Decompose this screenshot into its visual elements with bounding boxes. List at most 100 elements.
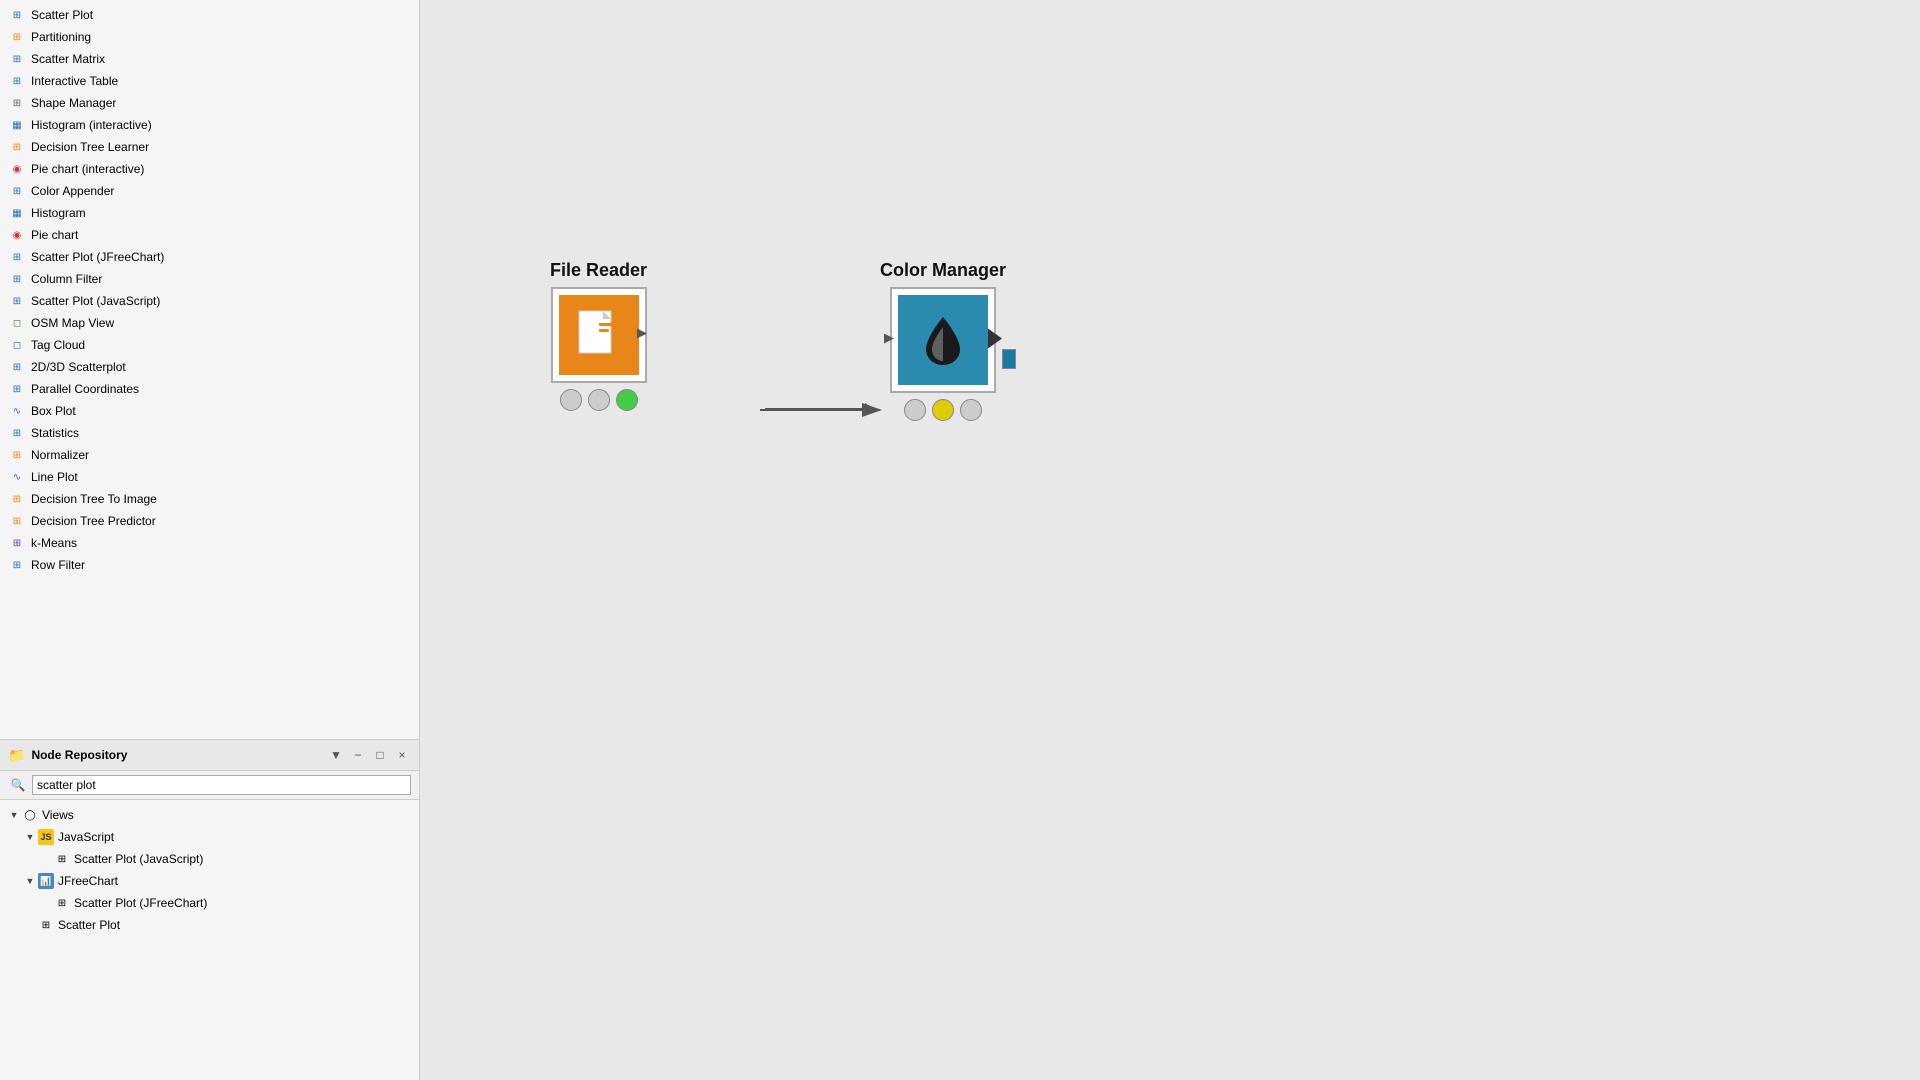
node-icon: ⊞ (8, 270, 26, 288)
tree-item-label: JFreeChart (58, 874, 118, 888)
node-icon: ⊞ (8, 6, 26, 24)
color-manager-node[interactable]: Color Manager (880, 260, 1006, 421)
node-icon: ⊞ (8, 358, 26, 376)
minimize-icon[interactable]: − (349, 746, 367, 764)
node-icon: ⊞ (8, 94, 26, 112)
tree-arrow: ▼ (8, 809, 20, 821)
tree-area: ▼◯Views▼JSJavaScript ⊞Scatter Plot (Java… (0, 800, 419, 1080)
node-icon: ▦ (8, 204, 26, 222)
node-list-item[interactable]: ◉ Pie chart (0, 224, 419, 246)
search-icon[interactable]: 🔍 (8, 775, 28, 795)
node-list-item[interactable]: ▦Histogram (0, 202, 419, 224)
node-label: Normalizer (31, 448, 89, 462)
maximize-icon[interactable]: □ (371, 746, 389, 764)
node-list-item[interactable]: ⊞Decision Tree To Image (0, 488, 419, 510)
tree-icon: JS (38, 829, 54, 845)
node-list-item[interactable]: ⊞ Shape Manager (0, 92, 419, 114)
node-list-item[interactable]: ⊞Scatter Plot (JFreeChart) (0, 246, 419, 268)
node-icon: ⊞ (8, 138, 26, 156)
node-list-item[interactable]: ⊞Partitioning (0, 26, 419, 48)
tree-item[interactable]: ▼◯Views (0, 804, 419, 826)
node-icon: ⊞ (8, 446, 26, 464)
file-reader-output-arrow (637, 327, 651, 341)
node-list-item[interactable]: ⊞Interactive Table (0, 70, 419, 92)
tree-item[interactable]: ⊞Scatter Plot (JFreeChart) (0, 892, 419, 914)
node-label: Row Filter (31, 558, 85, 572)
tree-arrow: ▼ (24, 875, 36, 887)
tree-item[interactable]: ▼JS JavaScript (0, 826, 419, 848)
color-manager-ports (904, 399, 982, 421)
node-list-item[interactable]: ∿Line Plot (0, 466, 419, 488)
node-list-item[interactable]: ⊞Scatter Matrix (0, 48, 419, 70)
node-label: Scatter Plot (31, 8, 93, 22)
tree-item-label: Scatter Plot (JavaScript) (74, 852, 203, 866)
file-reader-node[interactable]: File Reader (550, 260, 647, 411)
repo-toolbar: ▼ − □ × (327, 746, 411, 764)
node-icon: ⊞ (8, 292, 26, 310)
node-label: Histogram (interactive) (31, 118, 152, 132)
play-arrow-icon (988, 329, 1002, 349)
tree-item-label: JavaScript (58, 830, 114, 844)
port-gray-1[interactable] (560, 389, 582, 411)
port-gray-2[interactable] (588, 389, 610, 411)
color-manager-title: Color Manager (880, 260, 1006, 281)
node-list-item[interactable]: ▦Histogram (interactive) (0, 114, 419, 136)
node-label: Scatter Plot (JavaScript) (31, 294, 160, 308)
node-label: Tag Cloud (31, 338, 85, 352)
bottom-section: 📁 Node Repository ▼ − □ × 🔍 ▼◯Views▼JSJa… (0, 740, 419, 1080)
node-label: Pie chart (31, 228, 78, 242)
node-list-item[interactable]: ⊞Statistics (0, 422, 419, 444)
node-icon: ◉ (8, 226, 26, 244)
node-list-item[interactable]: ◉Pie chart (interactive) (0, 158, 419, 180)
node-list-item[interactable]: ⊞Color Appender (0, 180, 419, 202)
node-label: Decision Tree To Image (31, 492, 157, 506)
node-label: Box Plot (31, 404, 76, 418)
color-swatch (1002, 349, 1016, 369)
node-icon: ⊞ (8, 380, 26, 398)
node-list-item[interactable]: ⊞ Scatter Plot (0, 4, 419, 26)
node-label: Pie chart (interactive) (31, 162, 144, 176)
node-list-item[interactable]: ◻OSM Map View (0, 312, 419, 334)
tree-arrow: ▼ (24, 831, 36, 843)
node-list-item[interactable]: ⊞Column Filter (0, 268, 419, 290)
node-label: OSM Map View (31, 316, 114, 330)
node-icon: ⊞ (8, 28, 26, 46)
repo-icon: 📁 (8, 747, 25, 764)
node-list-item[interactable]: ⊞Decision Tree Learner (0, 136, 419, 158)
filter-icon[interactable]: ▼ (327, 746, 345, 764)
search-input[interactable] (32, 775, 411, 795)
node-icon: ⊞ (8, 556, 26, 574)
node-list-item[interactable]: ⊞ Row Filter (0, 554, 419, 576)
node-list-item[interactable]: ⊞ k-Means (0, 532, 419, 554)
tree-arrow (40, 853, 52, 865)
node-icon: ⊞ (8, 512, 26, 530)
node-label: Shape Manager (31, 96, 116, 110)
tree-item[interactable]: ⊞ Scatter Plot (JavaScript) (0, 848, 419, 870)
node-icon: ⊞ (8, 424, 26, 442)
node-list-item[interactable]: ⊞ Scatter Plot (JavaScript) (0, 290, 419, 312)
tree-icon: ⊞ (54, 851, 70, 867)
node-list-item[interactable]: ⊞ Normalizer (0, 444, 419, 466)
close-icon[interactable]: × (393, 746, 411, 764)
node-icon: ⊞ (8, 534, 26, 552)
node-list-item[interactable]: ⊞2D/3D Scatterplot (0, 356, 419, 378)
node-icon: ◻ (8, 336, 26, 354)
tree-item[interactable]: ⊞Scatter Plot (0, 914, 419, 936)
node-icon: ∿ (8, 468, 26, 486)
node-icon: ⊞ (8, 72, 26, 90)
connector-line (765, 403, 875, 415)
port-cm-yellow[interactable] (932, 399, 954, 421)
node-list-item[interactable]: ⊞Parallel Coordinates (0, 378, 419, 400)
tree-item[interactable]: ▼📊JFreeChart (0, 870, 419, 892)
node-label: Decision Tree Predictor (31, 514, 156, 528)
port-green[interactable] (616, 389, 638, 411)
node-list-item[interactable]: ∿Box Plot (0, 400, 419, 422)
node-list-item[interactable]: ⊞ Decision Tree Predictor (0, 510, 419, 532)
tree-item-label: Scatter Plot (58, 918, 120, 932)
tree-icon: ◯ (22, 807, 38, 823)
port-cm-gray-2[interactable] (960, 399, 982, 421)
repo-title: Node Repository (31, 748, 127, 762)
node-list-item[interactable]: ◻ Tag Cloud (0, 334, 419, 356)
port-cm-gray-1[interactable] (904, 399, 926, 421)
node-label: k-Means (31, 536, 77, 550)
